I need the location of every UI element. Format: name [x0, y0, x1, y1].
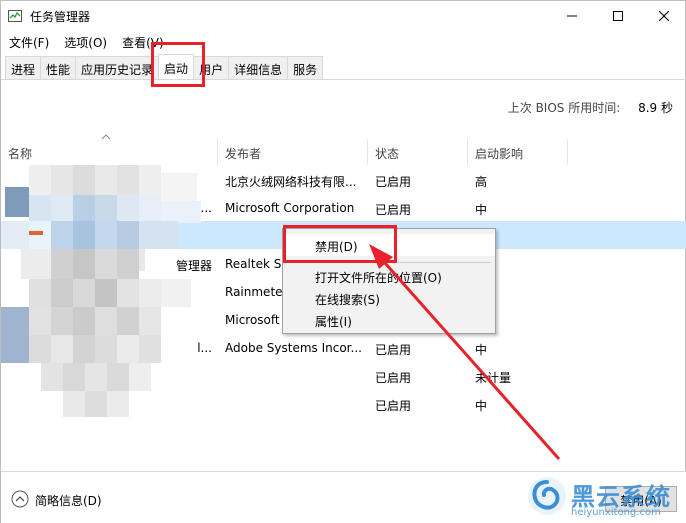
tab-performance[interactable]: 性能 [40, 56, 77, 79]
row-name [1, 277, 218, 305]
context-menu-disable[interactable]: 禁用(D) [283, 234, 495, 256]
maximize-icon [613, 11, 623, 21]
row-name [1, 305, 218, 333]
row-name [1, 361, 218, 389]
table-row[interactable]: l... Adobe Systems Incor... 已启用 中 [1, 333, 686, 361]
bios-time-value: 8.9 秒 [638, 101, 673, 115]
column-header-impact[interactable]: 启动影响 [468, 139, 568, 165]
column-header-status[interactable]: 状态 [368, 139, 468, 165]
row-publisher [218, 389, 368, 417]
row-impact: 中 [475, 399, 488, 413]
row-publisher: Adobe Systems Incor... [225, 341, 362, 355]
bios-time-label: 上次 BIOS 所用时间: [507, 101, 621, 115]
close-icon [659, 11, 669, 21]
tab-bar: 进程 性能 应用历史记录 启动 用户 详细信息 服务 [1, 54, 686, 80]
column-header-name[interactable]: 名称 [1, 139, 218, 165]
row-name [1, 221, 218, 249]
row-publisher [218, 361, 368, 389]
status-bar: 简略信息(D) 禁用(A) [1, 471, 686, 523]
row-impact: 未计量 [475, 371, 512, 385]
disable-button[interactable]: 禁用(A) [605, 486, 677, 512]
row-impact: 高 [475, 175, 488, 189]
row-status: 已启用 [375, 203, 412, 217]
context-menu-properties[interactable]: 属性(I) [283, 309, 495, 331]
row-status: 已启用 [375, 371, 412, 385]
tab-app-history[interactable]: 应用历史记录 [75, 56, 160, 79]
row-publisher: 北京火绒网络科技有限... [225, 175, 357, 189]
row-status: 已启用 [375, 175, 412, 189]
task-manager-icon [8, 10, 22, 22]
menu-view[interactable]: 查看(V) [114, 31, 171, 53]
maximize-button[interactable] [595, 1, 641, 31]
row-name [1, 165, 218, 193]
context-menu: 禁用(D) 打开文件所在的位置(O) 在线搜索(S) 属性(I) [282, 228, 496, 334]
close-button[interactable] [641, 1, 686, 31]
title-bar: 任务管理器 [1, 1, 686, 31]
menu-file[interactable]: 文件(F) [1, 31, 56, 53]
context-menu-search-online[interactable]: 在线搜索(S) [283, 287, 495, 309]
table-row[interactable]: ica... Microsoft Corporation 已启用 中 [1, 193, 686, 221]
row-name: l... [197, 341, 212, 355]
row-status: 已启用 [375, 343, 412, 357]
collapse-chevron-icon[interactable] [11, 490, 29, 508]
row-name: ica... [183, 201, 212, 215]
row-name [1, 389, 218, 417]
minimize-icon [567, 15, 577, 17]
tab-services[interactable]: 服务 [287, 56, 324, 79]
table-header: 名称 发布者 状态 启动影响 [1, 139, 686, 165]
row-publisher: Microsoft Corporation [225, 201, 355, 215]
menu-bar: 文件(F) 选项(O) 查看(V) [1, 31, 686, 53]
tab-processes[interactable]: 进程 [5, 56, 42, 79]
bios-time: 上次 BIOS 所用时间: 8.9 秒 [508, 99, 673, 116]
row-name: 管理器 [175, 259, 212, 273]
tab-details[interactable]: 详细信息 [228, 56, 289, 79]
tab-users[interactable]: 用户 [193, 56, 230, 79]
table-row[interactable]: 北京火绒网络科技有限... 已启用 高 [1, 165, 686, 193]
column-header-publisher[interactable]: 发布者 [218, 139, 368, 165]
context-menu-open-location[interactable]: 打开文件所在的位置(O) [283, 265, 495, 287]
fewer-details-link[interactable]: 简略信息(D) [35, 492, 102, 509]
table-row[interactable]: 已启用 中 [1, 389, 686, 417]
menu-options[interactable]: 选项(O) [56, 31, 114, 53]
context-menu-separator [311, 262, 491, 263]
task-manager-window: 任务管理器 文件(F) 选项(O) 查看(V) 进程 性能 应用历史记录 启动 … [0, 0, 686, 523]
row-impact: 中 [475, 343, 488, 357]
minimize-button[interactable] [549, 1, 595, 31]
tab-startup[interactable]: 启动 [158, 54, 195, 79]
window-title: 任务管理器 [30, 10, 91, 24]
row-status: 已启用 [375, 399, 412, 413]
row-impact: 中 [475, 203, 488, 217]
table-row[interactable]: 已启用 未计量 [1, 361, 686, 389]
